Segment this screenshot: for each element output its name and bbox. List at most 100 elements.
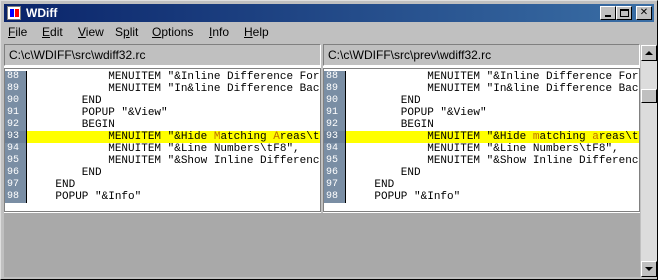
close-icon: ✕	[639, 7, 649, 18]
code-line: 95 MENUITEM "&Show Inline Differences", …	[324, 155, 639, 167]
code-line: 88 MENUITEM "&Inline Difference Foregrou…	[324, 71, 639, 83]
menu-item-label: nfo	[212, 25, 230, 39]
right-code-view[interactable]: 88 MENUITEM "&Inline Difference Foregrou…	[323, 68, 640, 212]
menu-item[interactable]: File	[8, 25, 27, 39]
code-segment: MENUITEM "In&line Difference Background.…	[108, 83, 320, 95]
line-number: 90	[5, 95, 27, 107]
code-line: 88 MENUITEM "&Inline Difference Foregrou…	[5, 71, 320, 83]
inline-difference: a	[592, 131, 599, 143]
code-segment: MENUITEM "&Inline Difference Foreground.…	[108, 71, 320, 83]
menu-item[interactable]: Help	[244, 25, 269, 39]
code-segment: BEGIN	[348, 119, 434, 131]
code-text: MENUITEM "&Line Numbers\tF8", IDM_NO	[29, 143, 320, 155]
line-number: 89	[324, 83, 346, 95]
code-segment: POPUP "&View"	[348, 107, 487, 119]
scroll-down-button[interactable]	[641, 261, 657, 277]
code-segment: END	[29, 179, 76, 191]
code-line: 90 END	[5, 95, 320, 107]
menu-item-label: ile	[15, 25, 28, 39]
code-text: POPUP "&View"	[29, 107, 168, 119]
code-segment: END	[29, 167, 102, 179]
code-text: MENUITEM "&Show Inline Differences", IDM…	[348, 155, 639, 167]
line-number: 93	[5, 131, 27, 143]
menu-item[interactable]: Split	[115, 25, 138, 39]
left-pane: C:\c\WDIFF\src\wdiff32.rc 88 MENUITEM "&…	[4, 44, 321, 214]
code-line: 94 MENUITEM "&Line Numbers\tF8", IDM_NOL	[324, 143, 639, 155]
code-segment: MENUITEM "&Line Numbers\tF8", IDM_NOL	[427, 143, 619, 155]
menu-item[interactable]: Edit	[42, 25, 63, 39]
vertical-scrollbar[interactable]	[641, 45, 657, 277]
line-number: 92	[324, 119, 346, 131]
line-number: 89	[5, 83, 27, 95]
code-text: MENUITEM "&Show Inline Differences", IDM…	[29, 155, 320, 167]
code-line: 92 BEGIN	[5, 119, 320, 131]
code-line: 91 POPUP "&View"	[5, 107, 320, 119]
left-code-view[interactable]: 88 MENUITEM "&Inline Difference Foregrou…	[4, 68, 321, 212]
left-file-path: C:\c\WDIFF\src\wdiff32.rc	[4, 44, 321, 66]
menu-item-mnemonic: E	[42, 25, 51, 39]
code-line: 92 BEGIN	[324, 119, 639, 131]
code-text: MENUITEM "&Line Numbers\tF8", IDM_NOL	[348, 143, 639, 155]
menu-item-label: lit	[129, 25, 139, 39]
line-number: 90	[324, 95, 346, 107]
code-text: MENUITEM "&Inline Difference Foreground.…	[348, 71, 639, 83]
right-pane: C:\c\WDIFF\src\prev\wdiff32.rc 88 MENUIT…	[323, 44, 640, 214]
line-number: 95	[324, 155, 346, 167]
window-title: WDiff	[26, 6, 58, 20]
minimize-button[interactable]	[600, 6, 616, 20]
maximize-button[interactable]	[616, 6, 632, 20]
line-number: 94	[324, 143, 346, 155]
scroll-thumb[interactable]	[641, 89, 657, 103]
empty-area	[4, 213, 640, 277]
code-line: 96 END	[5, 167, 320, 179]
code-text: END	[29, 95, 102, 107]
line-number: 96	[5, 167, 27, 179]
menu-bar: File Edit View Split Options Info Help	[4, 23, 654, 42]
code-segment: POPUP "&Info"	[29, 191, 142, 203]
menu-item[interactable]: Info	[209, 25, 229, 39]
line-number: 95	[5, 155, 27, 167]
code-text: END	[29, 167, 102, 179]
code-line: 94 MENUITEM "&Line Numbers\tF8", IDM_NO	[5, 143, 320, 155]
code-text: END	[348, 167, 421, 179]
code-segment: MENUITEM "&Hide	[348, 131, 533, 143]
code-segment: END	[348, 167, 421, 179]
code-text: MENUITEM "In&line Difference Background.…	[348, 83, 639, 95]
code-segment: MENUITEM "&Show Inline Differences", IDM…	[108, 155, 320, 167]
code-segment: reas\tF7", IDM_HID	[598, 131, 639, 143]
code-segment: END	[348, 95, 421, 107]
line-number: 98	[324, 191, 346, 203]
code-line: 89 MENUITEM "In&line Difference Backgrou…	[5, 83, 320, 95]
arrow-up-icon	[645, 51, 653, 55]
close-button[interactable]: ✕	[636, 6, 652, 20]
menu-item[interactable]: Options	[152, 25, 193, 39]
title-bar[interactable]: WDiff ✕	[4, 4, 654, 22]
code-segment: reas\tF7", IDM_HI	[279, 131, 320, 143]
code-text: MENUITEM "&Hide Matching Areas\tF7", IDM…	[29, 131, 320, 143]
app-icon[interactable]	[7, 6, 21, 20]
code-segment: END	[348, 179, 395, 191]
menu-item-label: ptions	[161, 25, 194, 39]
code-line: 96 END	[324, 167, 639, 179]
menu-item-mnemonic: p	[123, 25, 130, 39]
code-segment: atching	[220, 131, 274, 143]
menu-item[interactable]: View	[78, 25, 104, 39]
code-text: BEGIN	[348, 119, 434, 131]
wdiff-window: WDiff ✕ File Edit View Split Options Info Help…	[0, 0, 658, 280]
code-text: POPUP "&Info"	[348, 191, 460, 203]
menu-item-mnemonic: H	[244, 25, 253, 39]
code-text: MENUITEM "&Inline Difference Foreground.…	[29, 71, 320, 83]
code-segment: atching	[539, 131, 593, 143]
code-line: 89 MENUITEM "In&line Difference Backgrou…	[324, 83, 639, 95]
highlighted-code-line: 93 MENUITEM "&Hide Matching Areas\tF7", …	[5, 131, 320, 143]
right-file-path: C:\c\WDIFF\src\prev\wdiff32.rc	[323, 44, 640, 66]
line-number: 96	[324, 167, 346, 179]
code-text: MENUITEM "&Hide matching areas\tF7", IDM…	[348, 131, 639, 143]
code-line: 95 MENUITEM "&Show Inline Differences", …	[5, 155, 320, 167]
scroll-up-button[interactable]	[641, 45, 657, 61]
maximize-icon	[620, 9, 629, 17]
code-text: END	[348, 95, 421, 107]
arrow-down-icon	[645, 267, 653, 271]
menu-item-mnemonic: V	[78, 25, 86, 39]
code-segment: MENUITEM "In&line Difference Background.…	[427, 83, 639, 95]
